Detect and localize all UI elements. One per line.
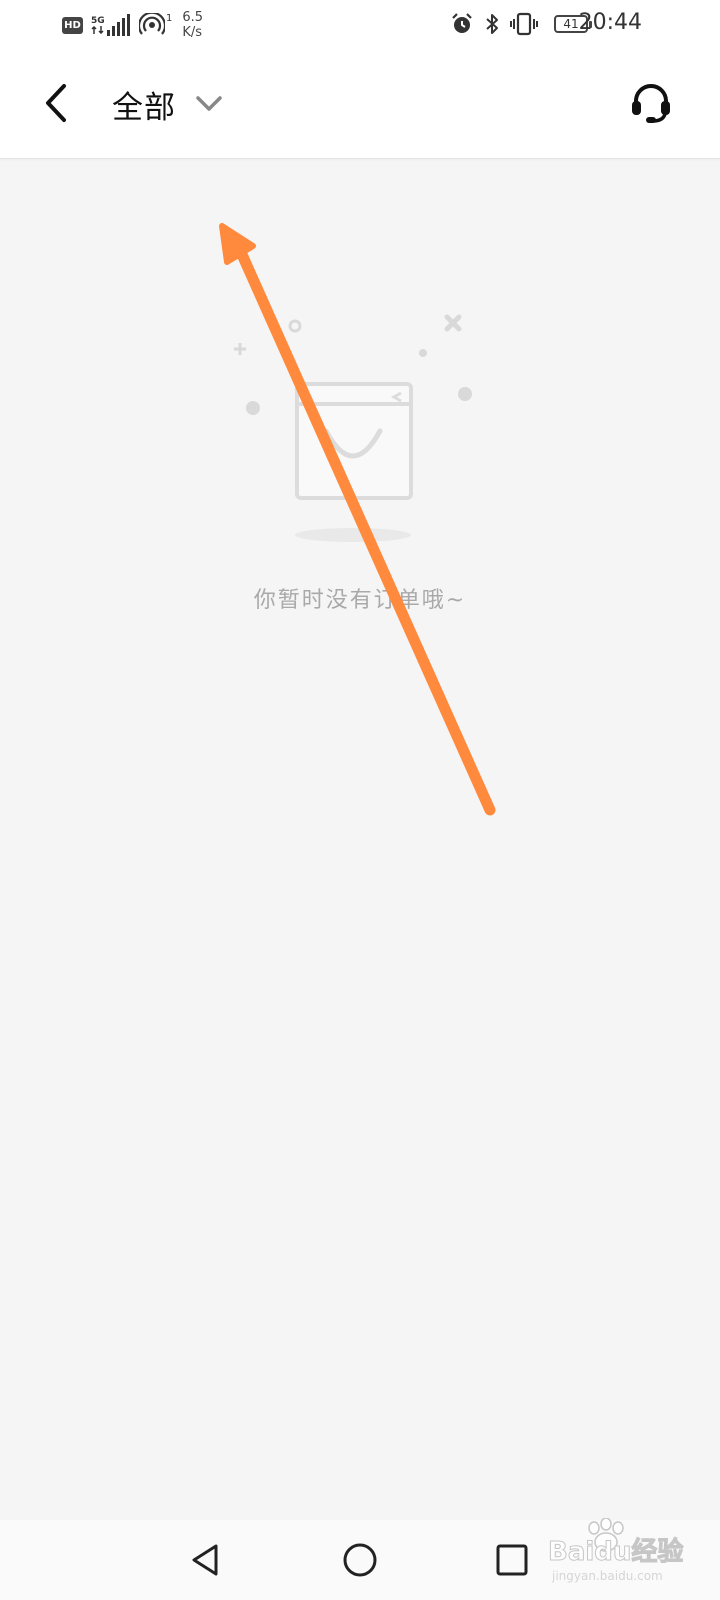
hotspot-icon (139, 13, 165, 35)
alarm-icon (452, 13, 472, 33)
watermark-url: jingyan.baidu.com (551, 1569, 663, 1583)
app-bar: 全部 (0, 52, 720, 159)
triangle-back-icon (192, 1544, 218, 1576)
customer-service-button[interactable] (626, 76, 676, 130)
annotation-arrow (219, 223, 496, 816)
page-title: 全部 (112, 89, 176, 126)
back-arrow-icon (46, 84, 66, 122)
hotspot-indicator: 1 (139, 13, 172, 37)
back-button[interactable] (36, 78, 76, 128)
hotspot-count: 1 (166, 13, 173, 24)
signal-strength-icon (107, 14, 130, 36)
orders-screen: HD 5G 1 6.5 K/s 41 20:44 全部 你暂时没有订单哦~ Ba… (0, 0, 720, 1600)
data-arrows-icon (91, 25, 104, 34)
status-bar-left: HD 5G 1 6.5 K/s (62, 10, 203, 40)
headset-icon (632, 84, 670, 123)
clock: 20:44 (578, 10, 642, 35)
square-recents-icon (496, 1544, 528, 1576)
baidu-paw-logo-icon: Baidu经验 jingyan.baidu.com (548, 1517, 684, 1583)
empty-orders-message: 你暂时没有订单哦~ (253, 588, 467, 613)
network-speed-unit: K/s (182, 25, 203, 40)
battery-level: 41 (563, 17, 579, 31)
circle-home-icon (343, 1543, 377, 1577)
hd-badge: HD (62, 16, 83, 34)
network-type-label: 5G (91, 15, 105, 26)
network-indicator: 5G (91, 15, 105, 34)
network-speed-value: 6.5 (182, 10, 204, 25)
nav-home-button[interactable] (336, 1536, 384, 1584)
network-speed: 6.5 K/s (182, 10, 203, 40)
watermark-brand: Baidu经验 (548, 1536, 683, 1567)
status-bar-right-icons: 41 (450, 12, 592, 36)
vibrate-icon (510, 12, 538, 36)
empty-orders-illustration (234, 314, 472, 542)
baidu-jingyan-watermark: Baidu经验 jingyan.baidu.com (538, 1517, 688, 1588)
order-filter-dropdown[interactable]: 全部 (112, 80, 224, 128)
nav-recents-button[interactable] (488, 1536, 536, 1584)
status-bar: HD 5G 1 6.5 K/s 41 20:44 (0, 0, 720, 52)
chevron-down-icon (194, 93, 224, 115)
nav-back-button[interactable] (182, 1536, 230, 1584)
bluetooth-icon (486, 14, 498, 34)
